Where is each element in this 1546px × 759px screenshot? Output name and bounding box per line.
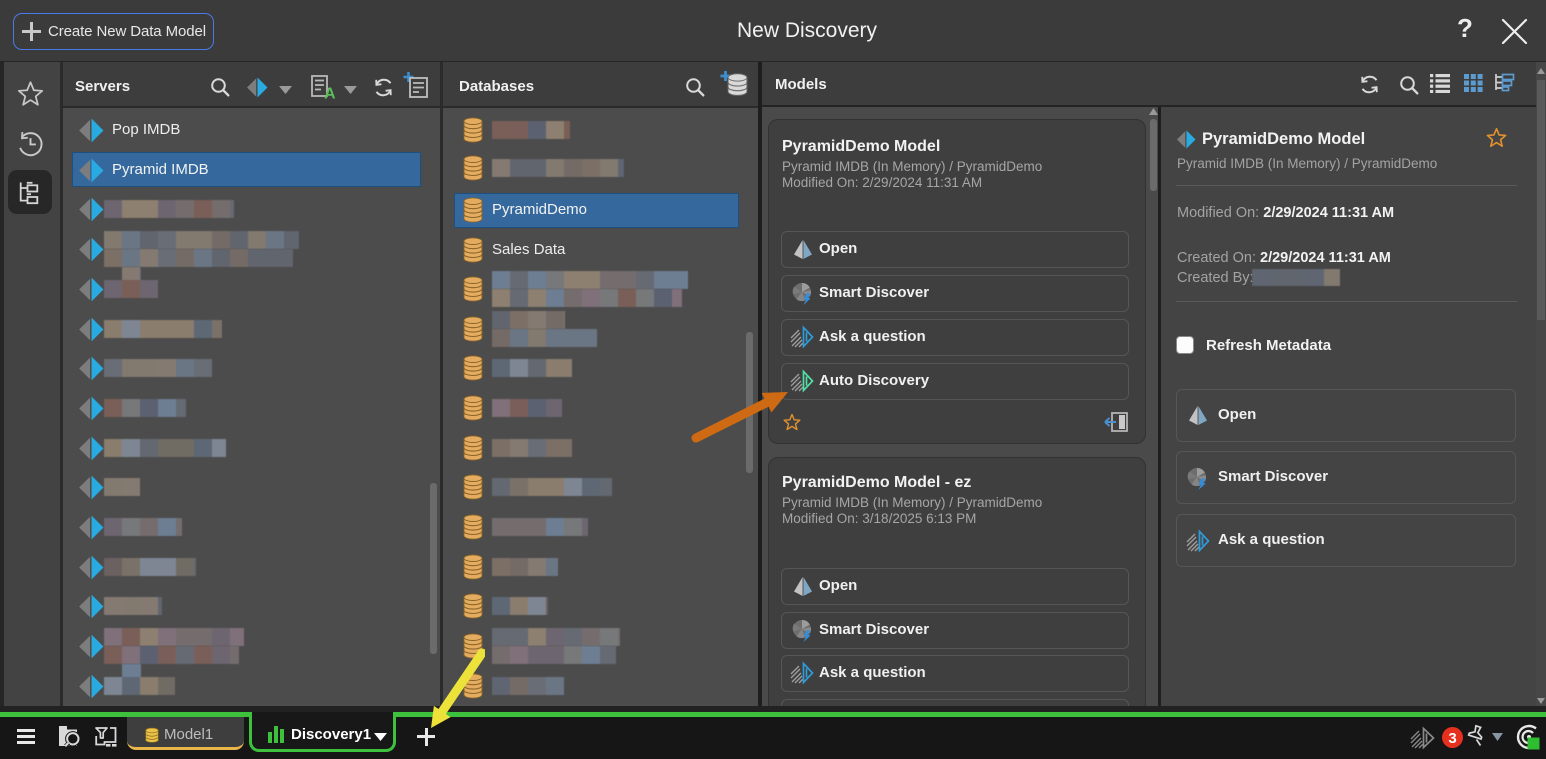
svg-text:A: A [324, 86, 336, 100]
